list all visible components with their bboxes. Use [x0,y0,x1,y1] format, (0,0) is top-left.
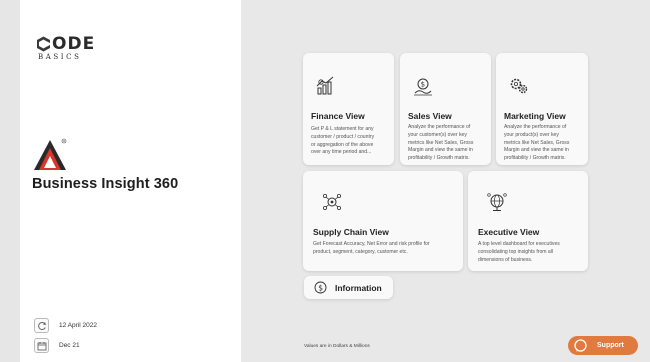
support-button[interactable]: Support [568,336,638,355]
data-month-row: Dec 21 [34,338,80,353]
support-chat-icon [574,339,587,352]
refresh-date: 12 April 2022 [59,322,97,329]
executive-view-card[interactable]: Executive View A top level dashboard for… [468,171,588,271]
refresh-icon [34,318,49,333]
sales-view-card[interactable]: $ Sales View Analyze the performance of y… [400,53,491,165]
units-footnote: Values are in Dollars & Millions [304,344,370,349]
finance-view-desc: Get P & L statement for any customer / pr… [311,126,375,156]
svg-text:R: R [63,139,65,143]
sales-view-title: Sales View [408,111,452,121]
info-dollar-icon: $ [314,281,327,294]
refresh-date-row: 12 April 2022 [34,318,97,333]
finance-chart-icon [316,76,334,95]
supply-chain-icon [323,194,341,210]
information-label: Information [335,282,382,293]
atliq-logo-icon: R [34,138,67,170]
finance-view-title: Finance View [311,111,365,121]
supply-chain-view-desc: Get Forecast Accuracy, Net Error and ris… [313,241,430,255]
supply-chain-view-card[interactable]: Supply Chain View Get Forecast Accuracy,… [303,171,463,271]
supply-chain-view-title: Supply Chain View [313,227,389,237]
brand-top-text: ODE [52,34,96,54]
executive-view-desc: A top level dashboard for executives cons… [478,241,560,263]
svg-text:$: $ [421,81,425,89]
information-button[interactable]: $ Information [304,276,393,299]
data-month: Dec 21 [59,342,80,349]
sales-view-desc: Analyze the performance of your customer(… [408,124,474,162]
calendar-icon [34,338,49,353]
codebasics-logo: ODE BASICS [36,34,95,61]
executive-view-title: Executive View [478,227,540,237]
marketing-view-title: Marketing View [504,111,566,121]
executive-globe-icon [487,193,507,211]
left-frame [0,0,20,362]
finance-view-card[interactable]: Finance View Get P & L statement for any… [303,53,394,165]
app-title: Business Insight 360 [32,176,179,192]
sidebar: ODE BASICS R Business Insight 360 12 Apr… [20,0,241,362]
svg-text:$: $ [318,283,323,292]
cube-c-icon [37,36,50,52]
support-label: Support [597,342,624,349]
brand-bottom-text: BASICS [38,53,82,61]
marketing-view-card[interactable]: Marketing View Analyze the performance o… [496,53,588,165]
sales-money-icon: $ [414,78,432,96]
marketing-view-desc: Analyze the performance of your product(s… [504,124,570,162]
marketing-gear-icon [510,78,528,94]
